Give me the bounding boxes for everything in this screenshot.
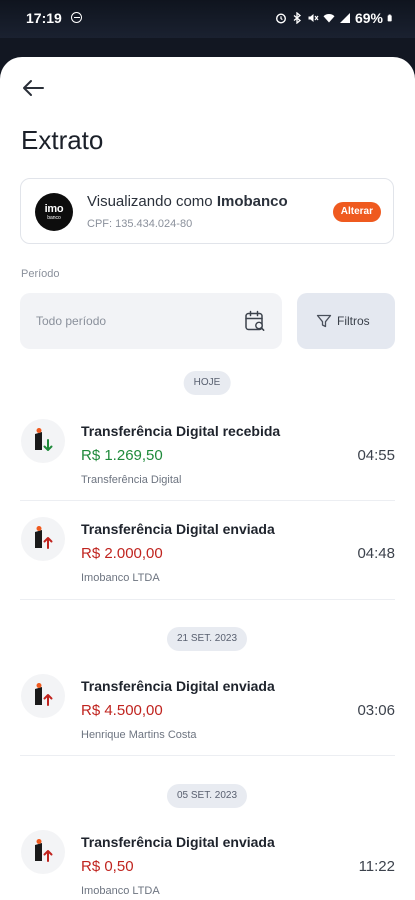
transaction-icon [21,419,65,463]
divider [20,599,395,600]
transaction-title: Transferência Digital enviada [81,678,275,694]
transaction-amount: R$ 4.500,00 [81,702,163,719]
transaction-icon [21,830,65,874]
alarm-icon [275,13,286,24]
divider [20,755,395,756]
transaction-time: 03:06 [357,702,395,719]
funnel-icon [316,314,332,328]
transaction-subtitle: Imobanco LTDA [81,885,160,897]
transaction-title: Transferência Digital recebida [81,423,281,439]
arrow-down-icon [35,428,53,451]
do-not-disturb-icon [71,12,82,23]
transaction-title: Transferência Digital enviada [81,521,275,537]
transaction-icon [21,674,65,718]
back-arrow-icon[interactable] [20,77,46,99]
calendar-search-icon [245,310,265,331]
statement-sheet: Extrato imo banco Visualizando como Imob… [0,57,415,900]
page-title: Extrato [21,125,104,155]
transaction-time: 11:22 [358,858,395,875]
imobanco-logo: imo banco [35,193,73,231]
company-name: Imobanco [216,193,288,210]
transaction-subtitle: Imobanco LTDA [81,572,160,584]
transaction-icon [21,517,65,561]
change-account-button[interactable]: Alterar [332,202,381,222]
period-selector[interactable]: Todo período [20,293,282,349]
status-time: 17:19 [26,10,62,26]
mute-icon [308,14,319,22]
bluetooth-icon [293,12,301,24]
transaction-title: Transferência Digital enviada [81,834,275,850]
arrow-up-icon [35,683,53,706]
wifi-icon [323,14,335,23]
viewing-as-card: imo banco Visualizando como Imobanco CPF… [20,178,394,244]
period-value: Todo período [36,314,107,328]
transaction-amount: R$ 0,50 [81,858,134,875]
viewing-as-text: Visualizando como Imobanco [87,193,288,210]
arrow-up-icon [35,839,53,862]
date-header: 05 SET. 2023 [166,784,248,808]
transaction-row[interactable]: Transferência Digital enviada R$ 0,50 Im… [0,830,415,900]
date-header: HOJE [183,371,231,395]
signal-icon [339,13,350,23]
battery-icon [387,14,392,22]
status-right: 69% [275,10,395,26]
date-header: 21 SET. 2023 [166,627,248,651]
filters-label: Filtros [337,314,370,328]
filters-button[interactable]: Filtros [297,293,395,349]
transaction-time: 04:55 [357,447,395,464]
transaction-amount: R$ 2.000,00 [81,545,163,562]
transaction-row[interactable]: Transferência Digital enviada R$ 2.000,0… [0,517,415,615]
arrow-up-icon [35,526,53,549]
transaction-subtitle: Henrique Martins Costa [81,729,197,741]
transaction-time: 04:48 [357,545,395,562]
period-label: Período [21,268,60,280]
transaction-row[interactable]: Transferência Digital recebida R$ 1.269,… [0,419,415,517]
divider [20,500,395,501]
transaction-amount: R$ 1.269,50 [81,447,163,464]
battery-level: 69% [354,10,383,26]
transaction-subtitle: Transferência Digital [81,474,182,486]
transaction-row[interactable]: Transferência Digital enviada R$ 4.500,0… [0,674,415,772]
cpf-text: CPF: 135.434.024-80 [87,218,193,230]
status-bar: 17:19 69% [0,0,415,38]
